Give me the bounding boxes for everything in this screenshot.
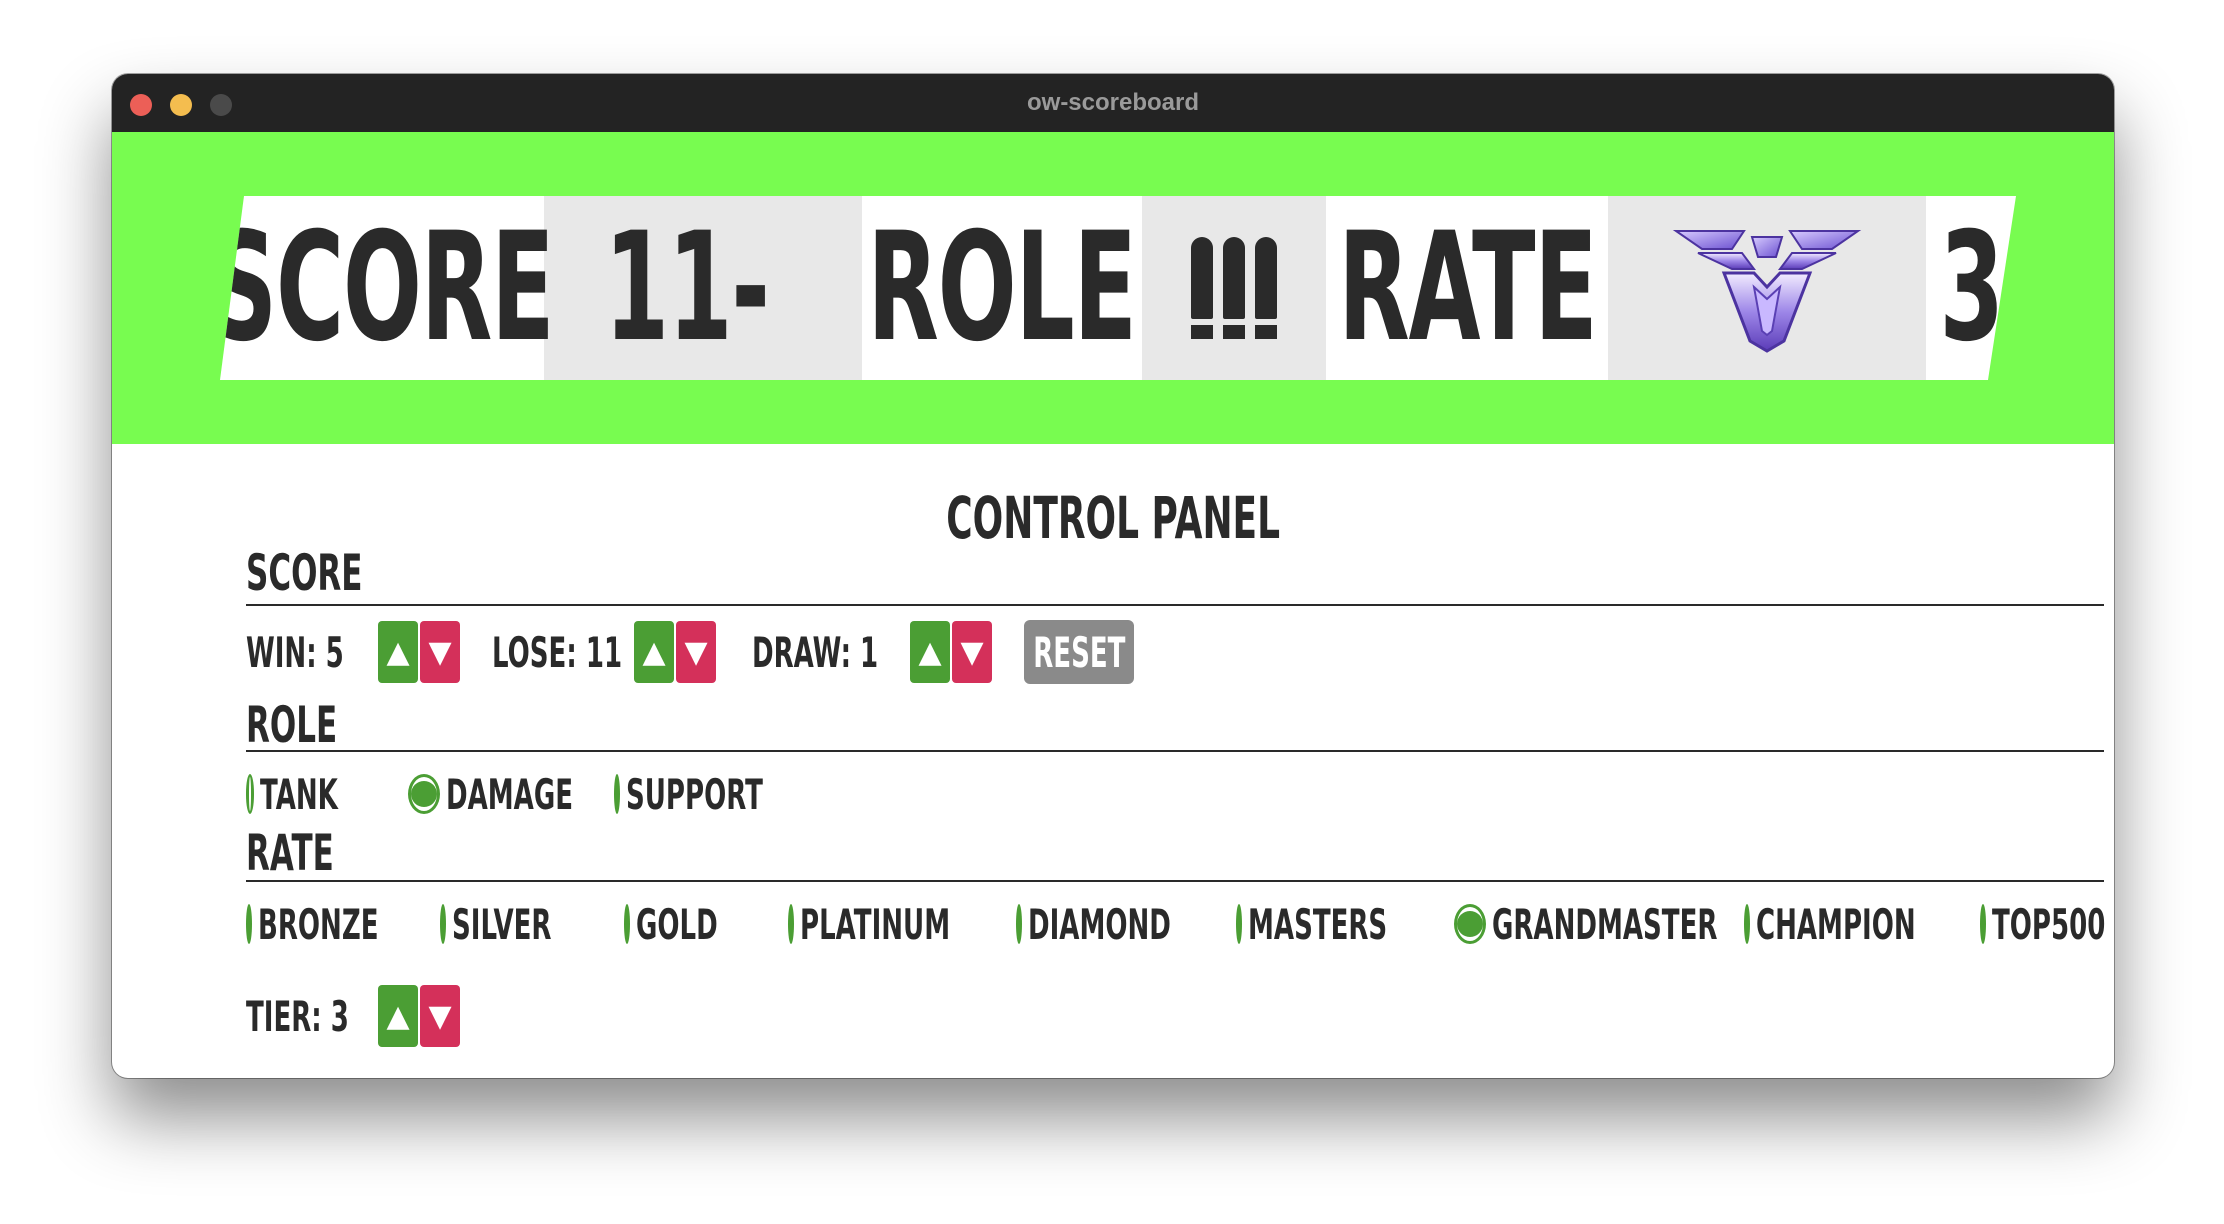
radio-champion[interactable]: [1744, 904, 1750, 944]
rate-option-label: BRONZE: [258, 899, 379, 949]
rate-option-label: GOLD: [636, 899, 718, 949]
score-label: SCORE: [210, 201, 555, 375]
score-controls: WIN: 5 ▲ ▼ LOSE: 11 ▲ ▼ DRAW: 1 ▲ ▼ RESE…: [246, 620, 1134, 684]
radio-platinum[interactable]: [788, 904, 794, 944]
scoreboard-banner: SCORE 5-11-1 ROLE RATE 3: [112, 132, 2114, 444]
role-option-support[interactable]: SUPPORT: [614, 770, 794, 819]
maximize-window-button[interactable]: [210, 94, 232, 116]
rate-options: BRONZE SILVER GOLD PLATINUM DIAMOND MAST…: [246, 896, 2114, 952]
rate-display: [1608, 196, 1926, 380]
role-display: [1142, 196, 1326, 380]
rate-option-label: MASTERS: [1248, 899, 1388, 949]
rate-option-champion[interactable]: CHAMPION: [1744, 900, 1958, 949]
lose-decrement-button[interactable]: ▼: [676, 621, 716, 683]
rate-option-masters[interactable]: MASTERS: [1236, 900, 1432, 949]
tier-value: 3: [1939, 201, 2004, 375]
tier-decrement-button[interactable]: ▼: [420, 985, 460, 1047]
rate-label: RATE: [1337, 201, 1598, 375]
rate-option-top500[interactable]: TOP500: [1980, 900, 2114, 949]
radio-damage[interactable]: [408, 774, 440, 814]
radio-diamond[interactable]: [1016, 904, 1022, 944]
radio-tank[interactable]: [246, 774, 255, 814]
rate-option-label: TOP500: [1992, 899, 2106, 949]
draw-count: DRAW: 1: [752, 627, 879, 677]
tier-controls: TIER: 3 ▲ ▼: [246, 984, 460, 1048]
role-section-heading: ROLE: [246, 696, 338, 754]
score-value: 5-11-1: [544, 196, 862, 380]
score-section-heading: SCORE: [246, 544, 363, 602]
role-options: TANK DAMAGE SUPPORT: [246, 766, 816, 822]
rate-section-heading: RATE: [246, 824, 334, 882]
scoreboard: SCORE 5-11-1 ROLE RATE 3: [220, 196, 2016, 380]
app-window: ow-scoreboard SCORE 5-11-1 ROLE RATE 3 C…: [112, 74, 2114, 1078]
rate-option-silver[interactable]: SILVER: [440, 900, 602, 949]
rate-option-label: PLATINUM: [800, 899, 951, 949]
rate-option-label: CHAMPION: [1756, 899, 1916, 949]
rate-option-label: DIAMOND: [1028, 899, 1171, 949]
radio-top500[interactable]: [1980, 904, 1986, 944]
window-title: ow-scoreboard: [1026, 89, 1200, 116]
win-decrement-button[interactable]: ▼: [420, 621, 460, 683]
rate-option-diamond[interactable]: DIAMOND: [1016, 900, 1214, 949]
grandmaster-rank-icon: [1672, 230, 1862, 353]
draw-increment-button[interactable]: ▲: [910, 621, 950, 683]
title-bar: ow-scoreboard: [112, 74, 2114, 132]
tier-increment-button[interactable]: ▲: [378, 985, 418, 1047]
rate-option-platinum[interactable]: PLATINUM: [788, 900, 994, 949]
radio-support[interactable]: [614, 774, 620, 814]
minimize-window-button[interactable]: [170, 94, 192, 116]
radio-masters[interactable]: [1236, 904, 1242, 944]
rate-divider: [246, 880, 2104, 882]
role-option-damage[interactable]: DAMAGE: [408, 770, 592, 819]
radio-silver[interactable]: [440, 904, 446, 944]
control-panel-title: CONTROL PANEL: [946, 484, 1280, 552]
rate-option-gold[interactable]: GOLD: [624, 900, 766, 949]
role-option-label: SUPPORT: [626, 769, 763, 819]
win-count: WIN: 5: [246, 627, 344, 677]
draw-decrement-button[interactable]: ▼: [952, 621, 992, 683]
rate-option-grandmaster[interactable]: GRANDMASTER: [1454, 900, 1722, 949]
reset-score-button[interactable]: RESET: [1024, 620, 1134, 684]
lose-increment-button[interactable]: ▲: [634, 621, 674, 683]
close-window-button[interactable]: [130, 94, 152, 116]
role-divider: [246, 750, 2104, 752]
radio-grandmaster[interactable]: [1454, 904, 1486, 944]
role-option-label: TANK: [260, 769, 339, 819]
damage-bullets-icon: [1191, 237, 1277, 339]
rate-option-bronze[interactable]: BRONZE: [246, 900, 418, 949]
control-panel: CONTROL PANEL SCORE WIN: 5 ▲ ▼ LOSE: 11 …: [112, 444, 2114, 1078]
tier-count: TIER: 3: [246, 991, 349, 1041]
role-option-tank[interactable]: TANK: [246, 770, 386, 819]
role-label: ROLE: [867, 201, 1138, 375]
radio-bronze[interactable]: [246, 904, 252, 944]
rate-option-label: SILVER: [452, 899, 552, 949]
score-divider: [246, 604, 2104, 606]
radio-gold[interactable]: [624, 904, 630, 944]
win-increment-button[interactable]: ▲: [378, 621, 418, 683]
lose-count: LOSE: 11: [492, 627, 623, 677]
